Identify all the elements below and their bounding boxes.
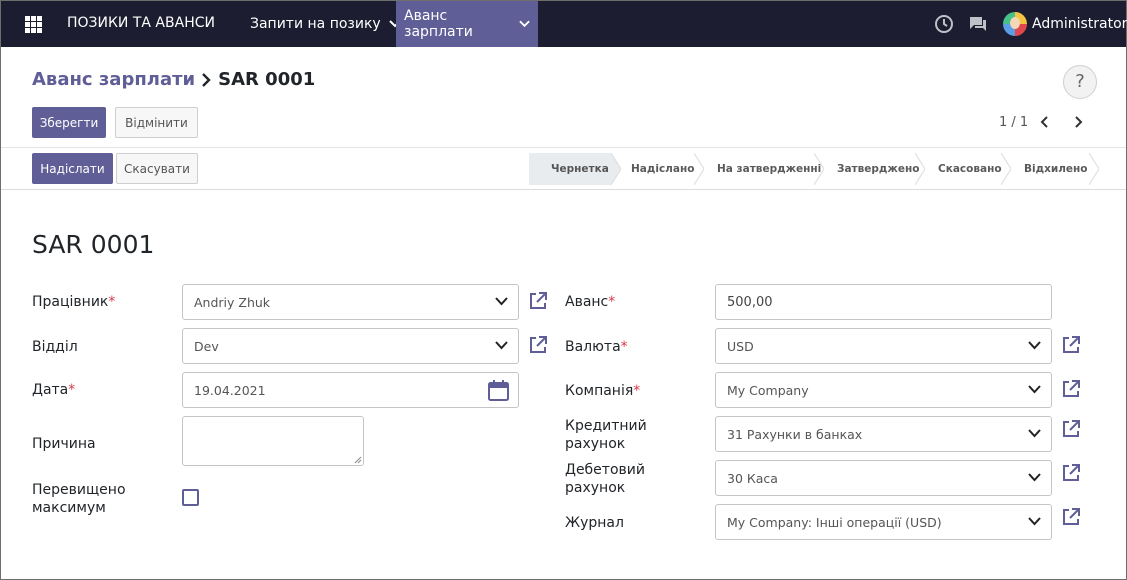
credit-account-select[interactable]: 31 Рахунки в банках — [715, 416, 1052, 452]
apps-grid-icon[interactable] — [25, 16, 42, 33]
external-link-icon[interactable] — [528, 335, 548, 355]
discard-button[interactable]: Відмінити — [115, 107, 198, 138]
advance-label: Аванс* — [565, 294, 616, 310]
stage-draft[interactable]: Чернетка — [529, 153, 611, 185]
external-link-icon[interactable] — [1061, 419, 1081, 439]
user-name: Administrator — [1032, 16, 1127, 32]
currency-label: Валюта* — [565, 339, 628, 355]
stage-submitted[interactable]: Надіслано — [631, 153, 694, 185]
chevron-right-icon — [202, 72, 211, 87]
journal-select[interactable]: My Company: Інші операції (USD) — [715, 504, 1052, 540]
stage-separator — [694, 153, 704, 185]
department-value: Dev — [194, 338, 219, 354]
menu-salary-advance-label: Аванс зарплати — [404, 8, 473, 40]
external-link-icon[interactable] — [1061, 507, 1081, 527]
chevron-down-icon — [495, 341, 508, 350]
currency-value: USD — [727, 338, 754, 354]
menu-loan-requests-label: Запити на позику — [250, 16, 381, 32]
journal-value: My Company: Інші операції (USD) — [727, 514, 942, 530]
stage-cancelled[interactable]: Скасовано — [938, 153, 1002, 185]
employee-label: Працівник* — [32, 294, 116, 310]
reason-textarea[interactable] — [182, 416, 364, 466]
chevron-down-icon — [1028, 429, 1041, 438]
app-brand[interactable]: ПОЗИКИ ТА АВАНСИ — [67, 15, 215, 31]
stage-separator — [611, 153, 621, 185]
breadcrumb-current: SAR 0001 — [218, 69, 316, 90]
exceed-max-label: Перевищено максимум — [32, 482, 126, 516]
department-label: Відділ — [32, 339, 78, 355]
credit-account-value: 31 Рахунки в банках — [727, 426, 863, 442]
external-link-icon[interactable] — [528, 291, 548, 311]
stage-separator — [814, 153, 824, 185]
external-link-icon[interactable] — [1061, 379, 1081, 399]
chevron-down-icon — [495, 297, 508, 306]
breadcrumb-parent-link[interactable]: Аванс зарплати — [32, 69, 195, 90]
stage-waiting-approval[interactable]: На затвердженні — [717, 153, 821, 185]
clock-icon[interactable] — [934, 14, 954, 34]
stage-approved[interactable]: Затверджено — [837, 153, 919, 185]
calendar-icon[interactable] — [488, 380, 509, 401]
company-label: Компанія* — [565, 383, 641, 399]
exceed-max-checkbox[interactable] — [182, 489, 199, 506]
record-title: SAR 0001 — [32, 230, 155, 259]
chevron-left-icon[interactable] — [1037, 114, 1053, 130]
menu-loan-requests[interactable]: Запити на позику — [242, 1, 409, 47]
divider — [1, 189, 1126, 190]
chevron-down-icon — [1028, 517, 1041, 526]
debit-account-value: 30 Каса — [727, 470, 778, 486]
divider — [1, 147, 1126, 148]
journal-label: Журнал — [565, 515, 624, 531]
employee-value: Andriy Zhuk — [194, 294, 271, 310]
company-select[interactable]: My Company — [715, 372, 1052, 408]
menu-salary-advance[interactable]: Аванс зарплати — [396, 1, 538, 47]
submit-button[interactable]: Надіслати — [32, 153, 113, 184]
breadcrumb: Аванс зарплати SAR 0001 — [32, 69, 315, 90]
resize-handle-icon[interactable] — [354, 456, 362, 464]
external-link-icon[interactable] — [1061, 463, 1081, 483]
advance-input[interactable]: 500,00 — [715, 284, 1052, 320]
stage-separator — [1001, 153, 1011, 185]
chat-icon[interactable] — [968, 14, 988, 34]
currency-select[interactable]: USD — [715, 328, 1052, 364]
stage-separator — [915, 153, 925, 185]
debit-account-label: Дебетовий рахунок — [565, 462, 645, 496]
stage-rejected[interactable]: Відхилено — [1024, 153, 1088, 185]
reason-label: Причина — [32, 436, 96, 452]
debit-account-select[interactable]: 30 Каса — [715, 460, 1052, 496]
date-input[interactable]: 19.04.2021 — [182, 372, 519, 408]
avatar — [1003, 12, 1027, 36]
chevron-right-icon[interactable] — [1070, 114, 1086, 130]
external-link-icon[interactable] — [1061, 335, 1081, 355]
company-value: My Company — [727, 382, 809, 398]
date-value: 19.04.2021 — [194, 382, 266, 398]
credit-account-label: Кредитний рахунок — [565, 418, 647, 452]
save-button[interactable]: Зберегти — [32, 107, 106, 138]
employee-select[interactable]: Andriy Zhuk — [182, 284, 519, 320]
advance-value: 500,00 — [727, 294, 773, 310]
date-label: Дата* — [32, 382, 76, 398]
top-navbar: ПОЗИКИ ТА АВАНСИ Запити на позику Аванс … — [1, 1, 1127, 47]
chevron-down-icon — [519, 20, 530, 28]
chevron-down-icon — [1028, 385, 1041, 394]
cancel-button[interactable]: Скасувати — [116, 153, 198, 184]
pager-value: 1 / 1 — [999, 115, 1029, 130]
department-select[interactable]: Dev — [182, 328, 519, 364]
help-button[interactable]: ? — [1063, 65, 1097, 99]
chevron-down-icon — [1028, 473, 1041, 482]
user-menu[interactable]: Administrator — [1003, 12, 1127, 36]
stage-separator — [1089, 153, 1099, 185]
chevron-down-icon — [1028, 341, 1041, 350]
